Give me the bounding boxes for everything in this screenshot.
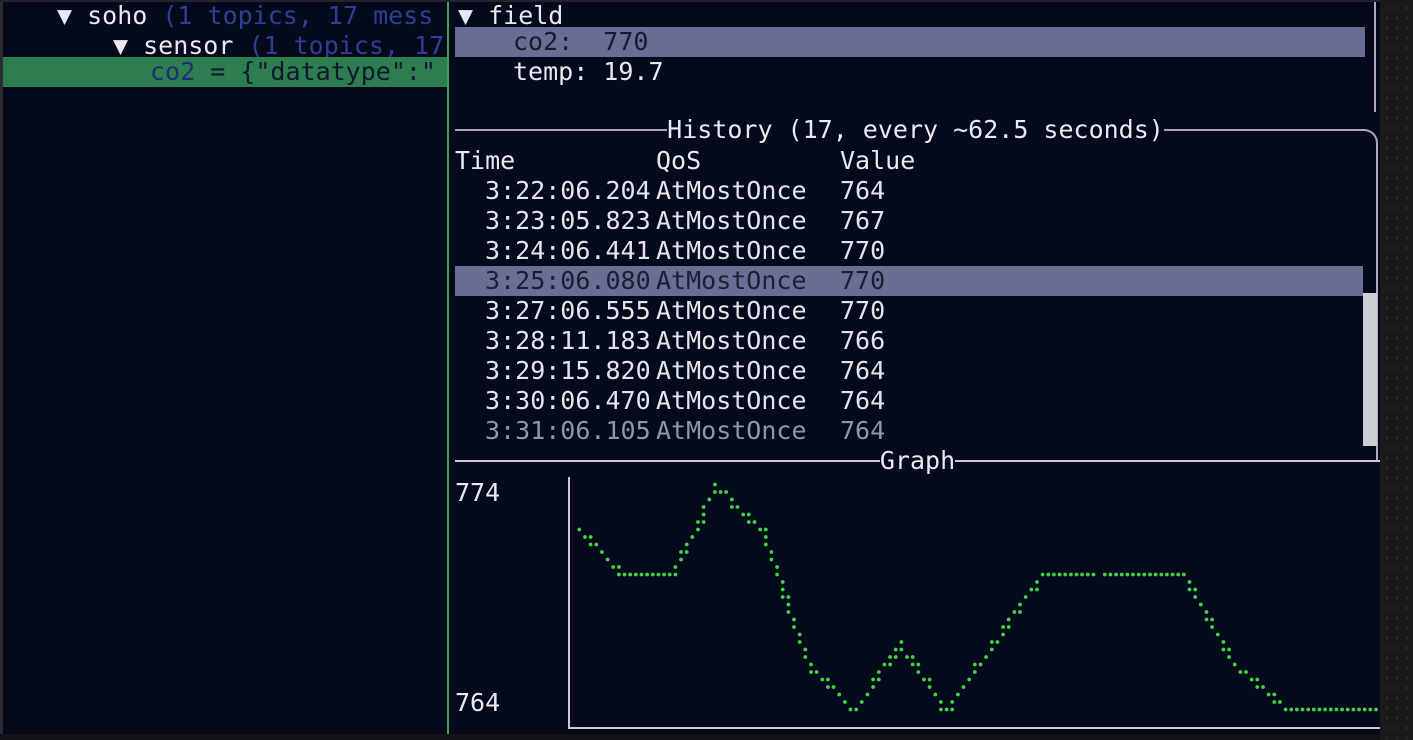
history-scrollbar-thumb[interactable]	[1363, 293, 1377, 446]
history-cell-value: 764	[840, 176, 886, 205]
history-cell-qos: AtMostOnce	[656, 416, 807, 445]
history-cell-value: 764	[840, 356, 886, 385]
history-cell-qos: AtMostOnce	[656, 326, 807, 355]
history-row[interactable]: 3:24:06.441 AtMostOnce 770	[455, 236, 1363, 266]
history-cell-value: 767	[840, 206, 886, 235]
payload-box-right-border	[1374, 2, 1376, 112]
history-cell-qos: AtMostOnce	[656, 176, 807, 205]
field-co2-value: co2: 770	[513, 27, 649, 56]
tree-co2-payload-preview: = {"datatype":"	[195, 57, 436, 86]
history-cell-qos: AtMostOnce	[656, 386, 807, 415]
history-row[interactable]: 3:28:11.183 AtMostOnce 766	[455, 326, 1363, 356]
history-cell-qos: AtMostOnce	[656, 266, 807, 295]
tree-item-soho[interactable]: ▼ soho (1 topics, 17 mess	[57, 1, 433, 31]
history-cell-value: 764	[840, 386, 886, 415]
history-title-bar: History (17, every ~62.5 seconds)	[455, 116, 1376, 143]
history-cell-value: 764	[840, 416, 886, 445]
history-cell-time: 3:22:06.204	[470, 176, 651, 205]
graph-title-bar: Graph	[455, 447, 1380, 474]
co2-graph-dots	[577, 482, 1378, 712]
history-cell-time: 3:31:06.105	[470, 416, 651, 445]
field-row-temp[interactable]: temp: 19.7	[513, 57, 664, 87]
history-row[interactable]: 3:25:06.080 AtMostOnce 770	[455, 266, 1363, 296]
tree-sensor-label: ▼ sensor	[113, 31, 249, 60]
history-row[interactable]: 3:22:06.204 AtMostOnce 764	[455, 176, 1363, 206]
history-row[interactable]: 3:23:05.823 AtMostOnce 767	[455, 206, 1363, 236]
history-cell-time: 3:29:15.820	[470, 356, 651, 385]
history-cell-time: 3:24:06.441	[470, 236, 651, 265]
mqttui-terminal: { "colors": { "terminal_bg": "#040a1c", …	[0, 0, 1413, 740]
history-cell-value: 770	[840, 236, 886, 265]
history-cell-time: 3:27:06.555	[470, 296, 651, 325]
tree-co2-label: co2	[150, 57, 196, 86]
history-cell-qos: AtMostOnce	[656, 296, 807, 325]
history-column-time: Time	[455, 146, 516, 175]
desktop-wallpaper-strip	[1380, 0, 1413, 740]
tree-item-co2-selected[interactable]: co2 = {"datatype":"	[3, 57, 447, 87]
tree-soho-meta: (1 topics, 17 mess	[162, 1, 434, 30]
window-left-edge	[0, 0, 3, 740]
history-row[interactable]: 3:30:06.470 AtMostOnce 764	[455, 386, 1363, 416]
history-cell-qos: AtMostOnce	[656, 356, 807, 385]
tree-sensor-meta: (1 topics, 17	[248, 31, 445, 60]
tree-soho-label: ▼ soho	[57, 1, 163, 30]
history-cell-value: 766	[840, 326, 886, 355]
topic-pane-border	[447, 2, 449, 734]
history-cell-value: 770	[840, 296, 886, 325]
history-cell-time: 3:25:06.080	[470, 266, 651, 295]
history-row[interactable]: 3:27:06.555 AtMostOnce 770	[455, 296, 1363, 326]
history-cell-time: 3:23:05.823	[470, 206, 651, 235]
history-row[interactable]: 3:29:15.820 AtMostOnce 764	[455, 356, 1363, 386]
graph-title: Graph	[879, 446, 956, 475]
history-column-value: Value	[840, 146, 916, 175]
window-bottom-edge	[0, 734, 1380, 740]
history-cell-qos: AtMostOnce	[656, 206, 807, 235]
history-cell-value: 770	[840, 266, 886, 295]
history-cell-time: 3:28:11.183	[470, 326, 651, 355]
graph-ymax-label: 774	[455, 478, 501, 507]
history-row[interactable]: 3:31:06.105 AtMostOnce 764	[455, 416, 1363, 446]
history-column-qos: QoS	[656, 146, 702, 175]
history-cell-qos: AtMostOnce	[656, 236, 807, 265]
history-cell-time: 3:30:06.470	[470, 386, 651, 415]
field-row-co2-selected[interactable]: co2: 770	[455, 27, 1365, 57]
tree-co2-text: co2 = {"datatype":"	[150, 57, 436, 87]
graph-ymin-label: 764	[455, 688, 501, 717]
history-title: History (17, every ~62.5 seconds)	[667, 115, 1164, 144]
